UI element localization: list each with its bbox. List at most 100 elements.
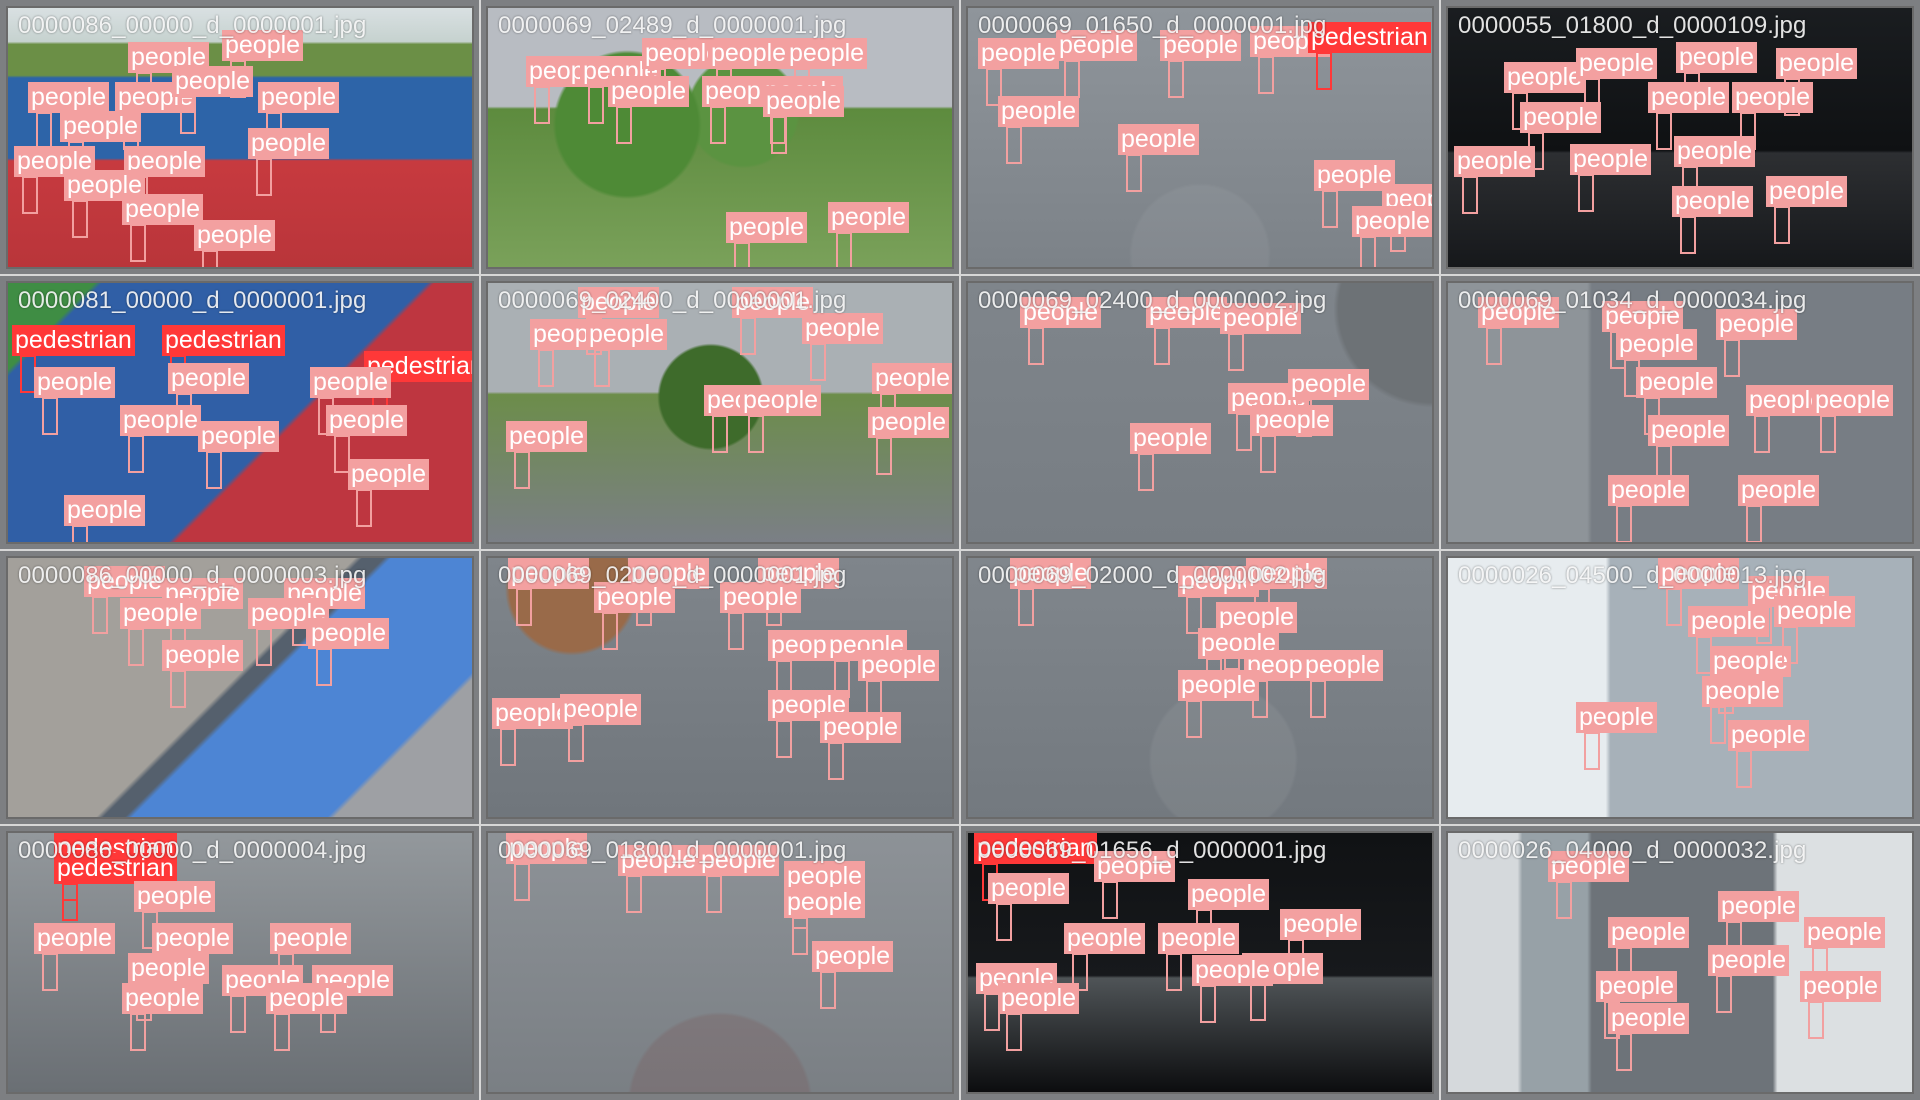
detection-label: people — [1244, 650, 1326, 681]
detection-box — [334, 435, 350, 473]
file-name-label: 0000055_01800_d_0000109.jpg — [1458, 12, 1807, 39]
detection-label: pedestrian — [54, 833, 177, 864]
detection-label: people — [266, 983, 348, 1014]
detection-box — [1746, 505, 1762, 542]
detection-box — [1736, 750, 1752, 788]
detection-label: people — [802, 313, 884, 344]
detection-box — [616, 106, 632, 144]
detection-label: people — [1010, 558, 1092, 589]
detection-box — [1820, 415, 1836, 453]
detection-box — [318, 397, 334, 435]
detection-label: people — [1118, 124, 1200, 155]
detection-label: people — [1280, 909, 1362, 940]
detection-label: people — [976, 963, 1058, 994]
detection-overlay: 0000069_02400_d_0000001.jpg people people p… — [488, 283, 952, 542]
detection-label: people — [1246, 558, 1328, 589]
detection-box — [1126, 154, 1142, 192]
detection-label: people — [1672, 186, 1754, 217]
detection-label: people — [784, 861, 866, 892]
detection-label: people — [134, 881, 216, 912]
detection-box — [36, 112, 52, 150]
detection-box — [1656, 445, 1672, 483]
file-name-label: 0000069_01650_d_0000001.jpg — [978, 12, 1327, 39]
detection-label: people — [222, 30, 304, 61]
detection-label: people — [310, 367, 392, 398]
file-name-label: 0000081_00000_d_0000001.jpg — [18, 287, 367, 314]
detection-label: people — [1250, 26, 1332, 57]
detection-label: people — [1708, 945, 1790, 976]
aerial-photo: 0000069_01650_d_0000001.jpg people people p… — [966, 6, 1434, 269]
detection-box — [636, 588, 652, 626]
detection-label: people — [1216, 602, 1298, 633]
detection-label: people — [858, 650, 940, 681]
file-name-label: 0000069_02000_d_0000002.jpg — [978, 562, 1327, 589]
detection-label: people — [642, 38, 724, 69]
detection-box — [1782, 626, 1798, 664]
detection-box — [136, 983, 152, 1021]
detection-box — [202, 250, 218, 267]
detection-box — [740, 317, 756, 355]
detection-box — [1138, 453, 1154, 491]
detection-box — [20, 355, 36, 393]
file-name-label: 0000069_02400_d_0000002.jpg — [978, 287, 1327, 314]
aerial-photo: 0000069_02489_d_0000001.jpg people people p… — [486, 6, 954, 269]
detection-label: people — [628, 558, 710, 589]
detection-label: people — [1520, 102, 1602, 133]
file-name-label: 0000026_04500_d_0000013.jpg — [1458, 562, 1807, 589]
detection-label: pedestrian — [12, 325, 135, 356]
detection-box — [792, 917, 808, 955]
aerial-photo: 0000069_01656_d_0000001.jpg pedestrian peo… — [966, 831, 1434, 1094]
grid-divider-horizontal — [0, 824, 1920, 826]
detection-label: people — [1178, 670, 1260, 701]
detection-box — [170, 355, 186, 393]
detection-label: people — [1804, 917, 1886, 948]
image-tile: 0000086_00000_d_0000001.jpg people people p… — [0, 0, 480, 275]
detection-box — [594, 349, 610, 387]
detection-label: people — [530, 319, 612, 350]
detection-box — [650, 68, 666, 106]
detection-label: people — [194, 220, 276, 251]
detection-box — [266, 112, 282, 150]
detection-label: people — [526, 56, 608, 87]
detection-box — [278, 953, 294, 991]
detection-label: people — [172, 66, 254, 97]
image-tile: 0000069_02400_d_0000001.jpg people people p… — [480, 275, 960, 550]
detection-box — [1754, 415, 1770, 453]
aerial-photo: 0000026_04000_d_0000032.jpg people people p… — [1446, 831, 1914, 1094]
detection-box — [1624, 359, 1640, 397]
detection-box — [42, 953, 58, 991]
detection-box — [1260, 435, 1276, 473]
detection-overlay: 0000069_01800_d_0000001.jpg people people p… — [488, 833, 952, 1092]
detection-overlay: 0000081_00000_d_0000001.jpg pedestrian ped… — [8, 283, 472, 542]
aerial-photo: 0000055_01800_d_0000109.jpg people people p… — [1446, 6, 1914, 269]
detection-label: people — [1020, 297, 1102, 328]
detection-box — [123, 112, 139, 150]
detection-box — [176, 393, 192, 431]
detection-label: people — [720, 582, 802, 613]
image-tile: 0000086_00000_d_0000003.jpg people people p… — [0, 550, 480, 825]
detection-label: people — [1716, 309, 1798, 340]
detection-box — [1252, 680, 1268, 718]
detection-label: people — [704, 385, 786, 416]
detection-box — [1616, 947, 1632, 985]
detection-box — [1224, 632, 1240, 670]
image-tile: 0000069_02400_d_0000002.jpg people people p… — [960, 275, 1440, 550]
detection-box — [1028, 327, 1044, 365]
detection-label: people — [1602, 301, 1684, 332]
detection-box — [1584, 78, 1600, 116]
detection-overlay: 0000069_02000_d_0000002.jpg people people p… — [968, 558, 1432, 817]
detection-label: people — [812, 941, 894, 972]
file-name-label: 0000069_02400_d_0000001.jpg — [498, 287, 847, 314]
detection-box — [1604, 1001, 1620, 1039]
detection-label: people — [34, 367, 116, 398]
detection-label: people — [122, 983, 204, 1014]
file-name-label: 0000026_04000_d_0000032.jpg — [1458, 837, 1807, 864]
detection-label: people — [1748, 576, 1830, 607]
detection-box — [1236, 413, 1252, 451]
detection-box — [1360, 236, 1376, 267]
detection-box — [170, 608, 186, 646]
detection-box — [602, 612, 618, 650]
detection-box — [1724, 339, 1740, 377]
detection-label: people — [1130, 423, 1212, 454]
detection-label: people — [506, 421, 588, 452]
